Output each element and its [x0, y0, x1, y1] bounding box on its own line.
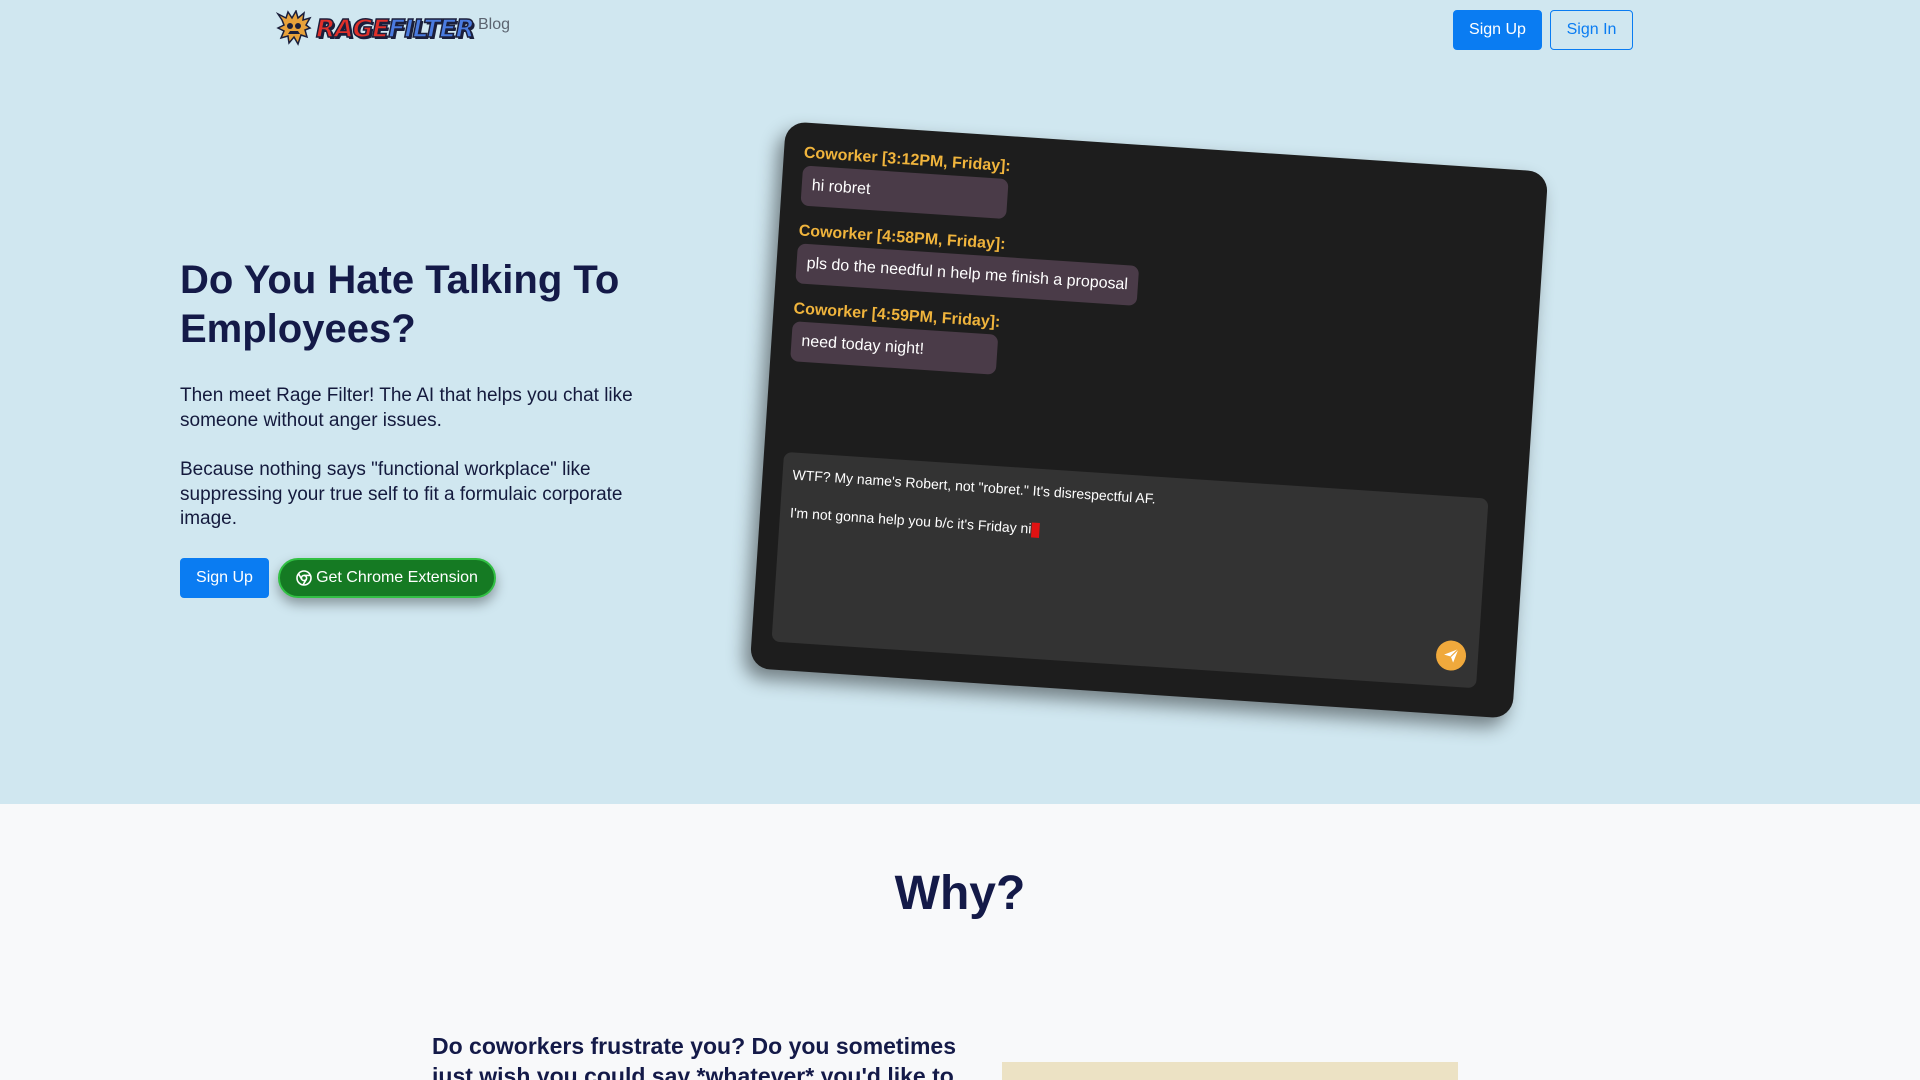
reply-input[interactable]: WTF? My name's Robert, not "robret." It'…: [771, 451, 1489, 689]
text-cursor: [1030, 522, 1040, 538]
why-section-image: [1002, 1062, 1458, 1080]
hero-title: Do You Hate Talking To Employees?: [180, 258, 620, 351]
chat-message: Coworker [3:12PM, Friday]: hi robret: [800, 145, 1011, 220]
send-button[interactable]: [1435, 639, 1468, 672]
chrome-icon: [296, 570, 312, 586]
nav-signin-button[interactable]: Sign In: [1550, 10, 1633, 50]
why-section-text: Do coworkers frustrate you? Do you somet…: [432, 1033, 957, 1080]
brand-word-filter: FILTER: [387, 13, 475, 43]
chrome-button-label: Get Chrome Extension: [316, 569, 478, 586]
nav-blog-link[interactable]: Blog: [478, 16, 510, 34]
message-bubble: hi robret: [800, 165, 1009, 220]
reply-line-2-text: I'm not gonna help you b/c it's Friday n…: [789, 504, 1033, 537]
message-bubble: need today night!: [790, 321, 999, 375]
chat-message: Coworker [4:59PM, Friday]: need today ni…: [790, 300, 1001, 375]
hero-signup-button[interactable]: Sign Up: [180, 558, 269, 598]
why-section-title: Why?: [894, 867, 1026, 920]
hero-section: RAGEFILTER Blog Sign Up Sign In Do You H…: [0, 0, 1920, 804]
brand-word-rage: RAGE: [315, 13, 390, 43]
nav-signup-button[interactable]: Sign Up: [1453, 10, 1542, 50]
paper-plane-icon: [1444, 648, 1459, 663]
brand-wordmark: RAGEFILTER: [315, 13, 475, 43]
hero-intro-text: Then meet Rage Filter! The AI that helps…: [180, 385, 633, 431]
get-chrome-extension-button[interactable]: Get Chrome Extension: [278, 558, 496, 598]
chat-message: Coworker [4:58PM, Friday]: pls do the ne…: [795, 222, 1140, 306]
chat-mockup: Coworker [3:12PM, Friday]: hi robret Cow…: [749, 121, 1549, 719]
rage-face-icon: [276, 10, 312, 46]
hero-secondary-text: Because nothing says "functional workpla…: [180, 459, 623, 530]
brand-logo[interactable]: RAGEFILTER: [276, 8, 476, 48]
